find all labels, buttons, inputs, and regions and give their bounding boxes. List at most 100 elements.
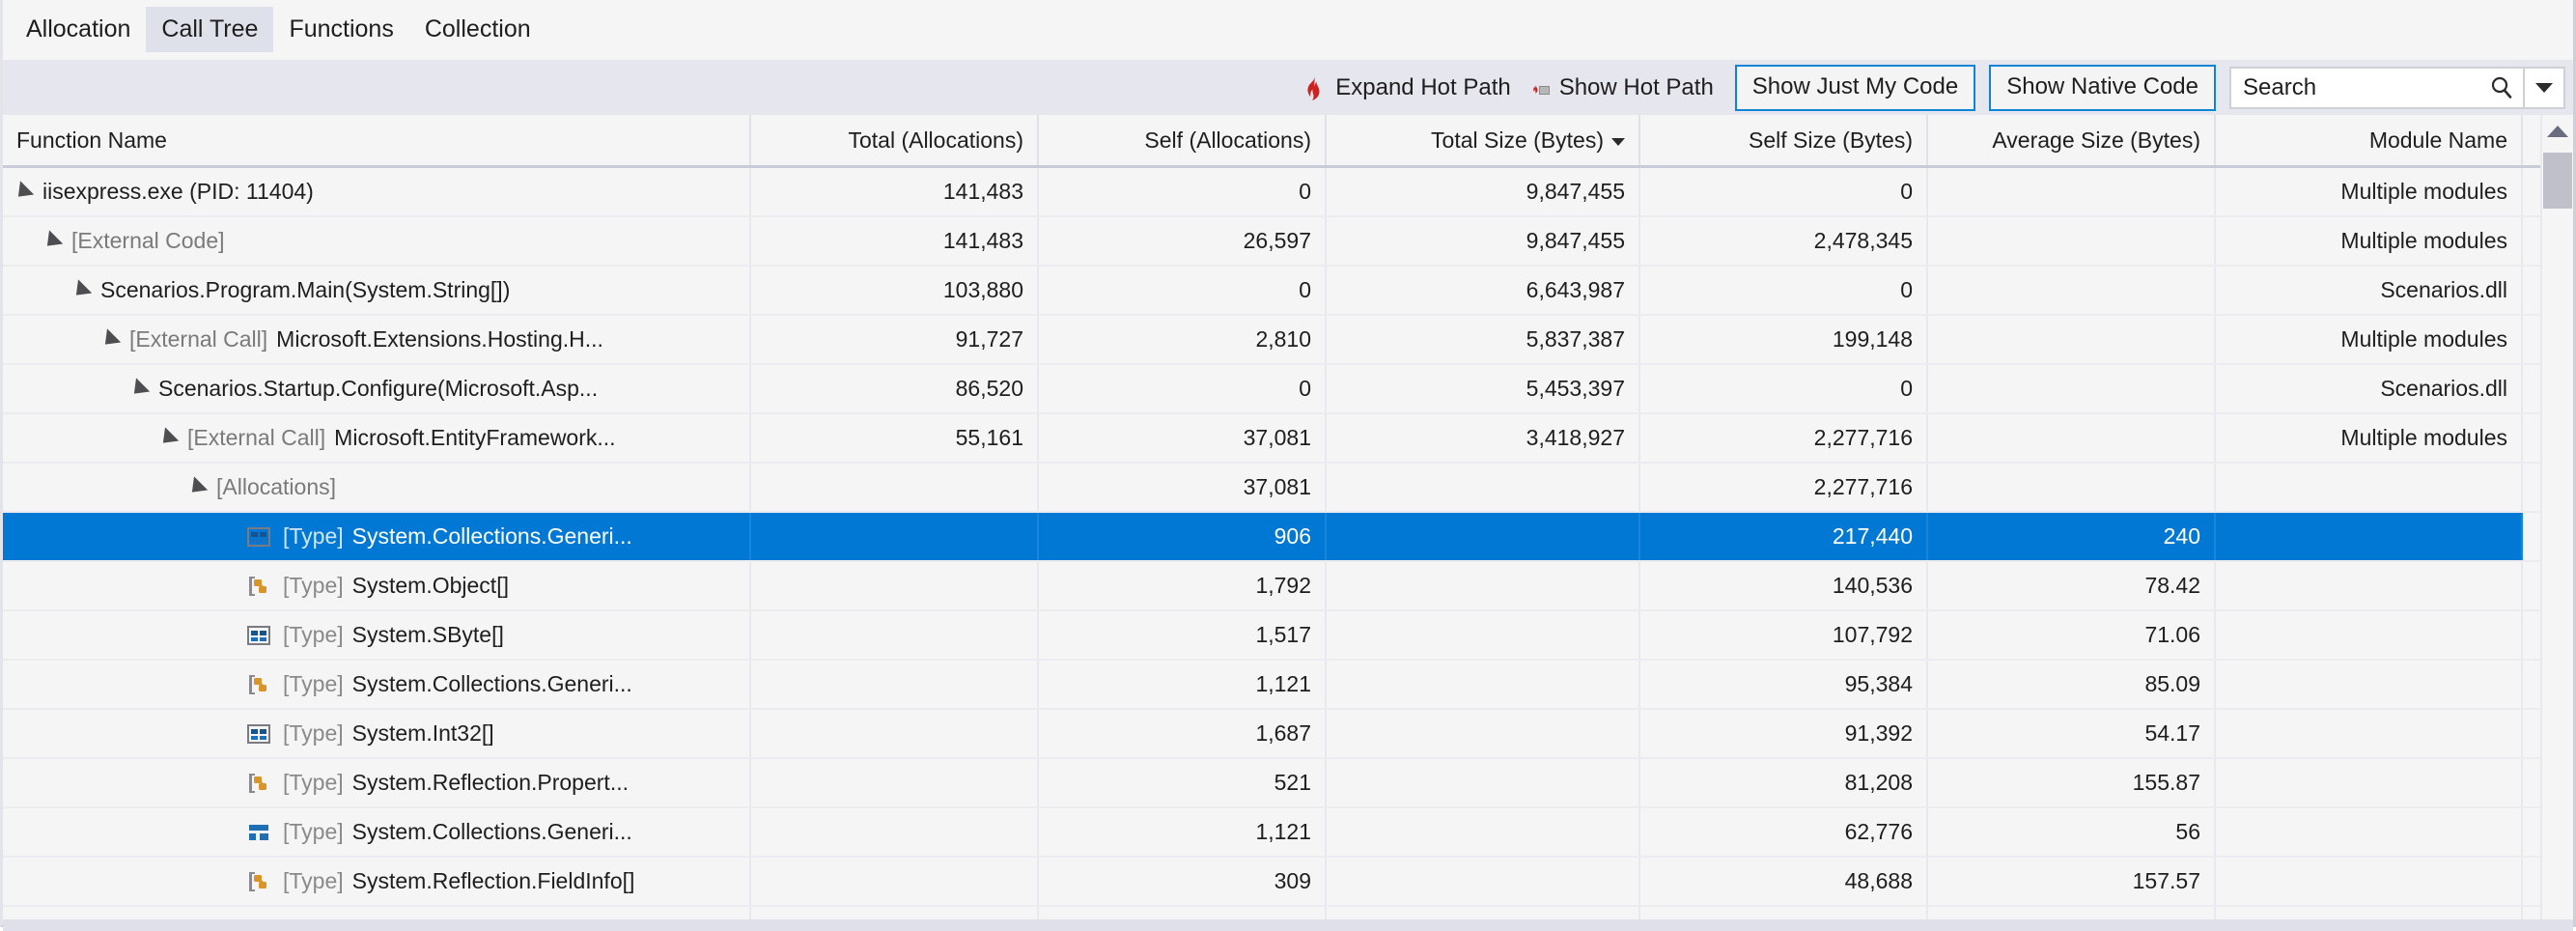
cell-value: 9,847,455 [1526, 228, 1625, 254]
expand-collapse-triangle-icon[interactable] [12, 181, 34, 203]
table-row[interactable]: [Type]System.SByte[]1,517107,79271.06 [3, 611, 2573, 661]
search-dropdown-button[interactable] [2523, 69, 2563, 107]
cell-asize: 155.87 [1928, 759, 2216, 806]
table-row[interactable]: [Type]System.Reflection.Propert...52181,… [3, 759, 2573, 808]
cell-value: 906 [1274, 523, 1311, 550]
cell-asize [1928, 168, 2216, 215]
cell-total: 141,483 [751, 168, 1039, 215]
tree-node: [Type]System.Collections.Generi... [16, 819, 736, 846]
table-row[interactable]: [External Call]Microsoft.EntityFramework… [3, 414, 2573, 464]
tab-functions[interactable]: Functions [273, 7, 408, 52]
cell-name: [External Call]Microsoft.Extensions.Host… [3, 316, 751, 363]
table-row[interactable]: Scenarios.Startup.Configure(Microsoft.As… [3, 365, 2573, 414]
cell-asize [1928, 414, 2216, 462]
search-box[interactable] [2229, 67, 2565, 109]
node-name-label: Scenarios.Startup.Configure(Microsoft.As… [158, 376, 598, 402]
cell-value: 1,121 [1255, 819, 1311, 845]
tree-node: [Type]System.SByte[] [16, 622, 736, 649]
node-name-label: System.Collections.Generi... [352, 819, 632, 845]
cell-total [751, 661, 1039, 708]
show-hot-path-button[interactable]: Show Hot Path [1532, 74, 1714, 101]
cell-asize: 78.42 [1928, 562, 2216, 609]
node-prefix-label: [Type] [283, 671, 344, 697]
type-struct-icon [245, 720, 272, 748]
cell-self: 37,081 [1039, 414, 1327, 462]
tab-allocation[interactable]: Allocation [11, 7, 146, 52]
search-icon[interactable] [2480, 69, 2523, 107]
cell-self: 521 [1039, 759, 1327, 806]
tab-collection[interactable]: Collection [409, 7, 546, 52]
expand-collapse-triangle-icon[interactable] [127, 378, 150, 400]
node-prefix-label: [Type] [283, 720, 344, 747]
cell-self: 26,597 [1039, 217, 1327, 265]
grid-header-row: Function NameTotal (Allocations) Self (Al… [3, 115, 2573, 168]
column-header-label: Average Size (Bytes) [1992, 127, 2200, 154]
scroll-up-button[interactable] [2542, 115, 2573, 148]
tree-node: [Type]System.Reflection.FieldInfo[] [16, 868, 736, 895]
cell-tsize: 6,643,987 [1327, 267, 1640, 314]
type-struct-icon [245, 622, 272, 649]
table-row[interactable]: [Type]System.Object[]1,792140,53678.42 [3, 562, 2573, 611]
cell-self: 1,687 [1039, 710, 1327, 757]
cell-value: 141,483 [943, 228, 1023, 254]
table-row[interactable]: [Type]System.Reflection.FieldInfo[]30948… [3, 858, 2573, 907]
column-header-tsize[interactable]: Total Size (Bytes) [1327, 115, 1640, 165]
cell-mod [2216, 808, 2523, 856]
cell-ssize: 0 [1640, 267, 1928, 314]
cell-value: 0 [1900, 376, 1913, 402]
table-row[interactable]: [External Code] 141,483 26,597 9,847,455 2,4… [3, 217, 2573, 267]
expand-collapse-triangle-icon[interactable] [98, 328, 121, 351]
cell-value: 155.87 [2133, 770, 2200, 796]
cell-value: 3,418,927 [1526, 425, 1625, 451]
column-header-mod[interactable]: Module Name [2216, 115, 2523, 165]
cell-name: [External Code] [3, 217, 751, 265]
type-struct-icon [245, 523, 272, 550]
cell-ssize: 0 [1640, 365, 1928, 412]
cell-total [751, 464, 1039, 511]
table-row[interactable]: [Type]System.Int32[]1,68791,39254.17 [3, 710, 2573, 759]
cell-tsize: 9,847,455 [1327, 168, 1640, 215]
cell-ssize: 2,478,345 [1640, 217, 1928, 265]
node-prefix-label: [Type] [283, 523, 344, 550]
hot-path-bar-icon [1539, 86, 1549, 95]
tab-call-tree[interactable]: Call Tree [146, 7, 273, 52]
table-row[interactable]: Scenarios.Program.Main(System.String[])1… [3, 267, 2573, 316]
cell-name: [Type]System.Reflection.Propert... [3, 759, 751, 806]
scrollbar-thumb[interactable] [2543, 153, 2572, 209]
column-header-self[interactable]: Self (Allocations) [1039, 115, 1327, 165]
table-row-selected[interactable]: [Type]System.Collections.Generi...906217… [3, 513, 2573, 562]
search-input[interactable] [2231, 69, 2480, 107]
column-header-label: Self (Allocations) [1144, 127, 1311, 154]
cell-value: 0 [1299, 277, 1311, 303]
cell-value: 103,880 [943, 277, 1023, 303]
show-native-code-button[interactable]: Show Native Code [1989, 65, 2216, 111]
horizontal-scrollbar[interactable] [3, 919, 2573, 931]
table-row[interactable]: [External Call]Microsoft.Extensions.Host… [3, 316, 2573, 365]
expand-collapse-triangle-icon[interactable] [41, 230, 63, 252]
node-prefix-label: [Allocations] [216, 474, 336, 500]
column-header-asize[interactable]: Average Size (Bytes) [1928, 115, 2216, 165]
cell-value: 5,837,387 [1526, 326, 1625, 353]
cell-asize [1928, 316, 2216, 363]
column-header-ssize[interactable]: Self Size (Bytes) [1640, 115, 1928, 165]
cell-value: 56 [2175, 819, 2200, 845]
table-row[interactable]: [Type]System.Collections.Generi...1,1216… [3, 808, 2573, 858]
expand-collapse-triangle-icon[interactable] [185, 476, 208, 498]
table-row[interactable]: [Allocations]37,0812,277,716 [3, 464, 2573, 513]
cell-value: 107,792 [1833, 622, 1913, 648]
cell-tsize [1327, 710, 1640, 757]
expand-collapse-triangle-icon[interactable] [156, 427, 179, 449]
expand-hot-path-button[interactable]: Expand Hot Path [1302, 74, 1510, 101]
node-prefix-label: [Type] [283, 868, 344, 894]
column-header-name[interactable]: Function Name [3, 115, 751, 165]
show-just-my-code-button[interactable]: Show Just My Code [1735, 65, 1975, 111]
table-row[interactable]: iisexpress.exe (PID: 11404)141,48309,847… [3, 168, 2573, 217]
cell-ssize: 95,384 [1640, 661, 1928, 708]
vertical-scrollbar[interactable] [2540, 115, 2573, 931]
expand-collapse-triangle-icon[interactable] [70, 279, 92, 301]
table-row[interactable]: [Type]System.Collections.Generi...1,1219… [3, 661, 2573, 710]
cell-total: 86,520 [751, 365, 1039, 412]
cell-total [751, 808, 1039, 856]
column-header-total[interactable]: Total (Allocations) [751, 115, 1039, 165]
call-tree-grid: Function NameTotal (Allocations) Self (Al… [3, 115, 2573, 931]
